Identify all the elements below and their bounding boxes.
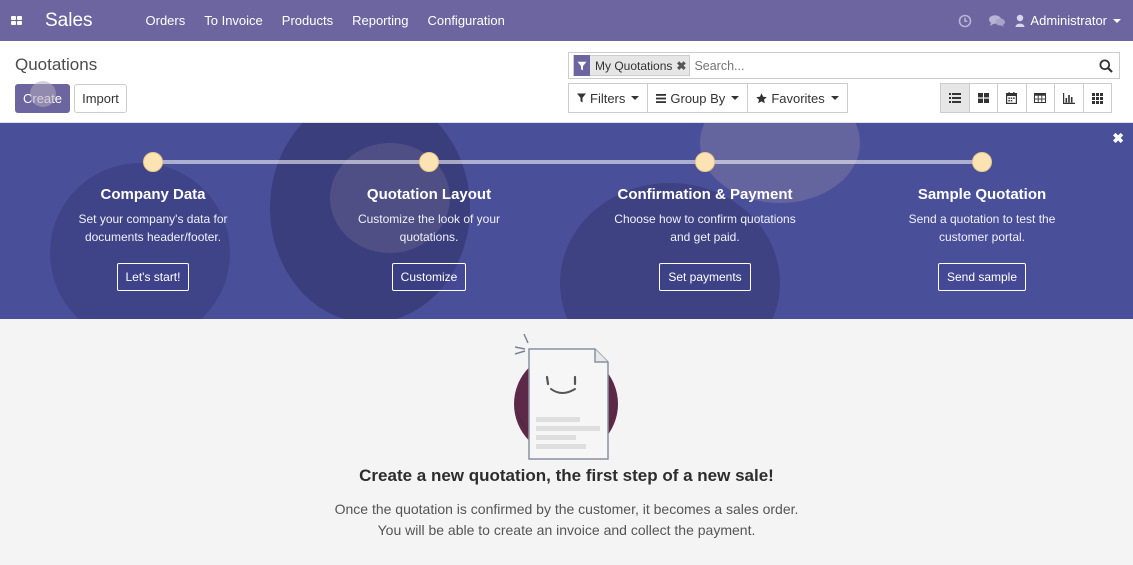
onboarding-step: Sample Quotation Send a quotation to tes… bbox=[862, 186, 1102, 291]
step-dot bbox=[419, 152, 439, 172]
step-title: Quotation Layout bbox=[366, 186, 492, 203]
step-dot bbox=[143, 152, 163, 172]
favorites-label: Favorites bbox=[771, 90, 825, 106]
step-description: quotations. bbox=[399, 230, 459, 244]
onboarding-step: Confirmation & Payment Choose how to con… bbox=[585, 186, 825, 291]
search-bar: My Quotations ✖ bbox=[568, 52, 1120, 79]
onboarding-step: Company Data Set your company's data for… bbox=[33, 186, 273, 291]
app-name[interactable]: Sales bbox=[45, 10, 127, 32]
user-name: Administrator bbox=[1030, 13, 1107, 28]
search-icon[interactable] bbox=[1093, 53, 1119, 78]
step-description: Customize the look of your bbox=[357, 212, 501, 226]
chevron-down-icon bbox=[830, 96, 839, 100]
view-switcher bbox=[940, 83, 1112, 113]
filters-label: Filters bbox=[590, 90, 626, 106]
close-icon[interactable]: ✖ bbox=[676, 59, 689, 73]
user-icon bbox=[1015, 14, 1025, 27]
empty-state-help: Create a new quotation, the first step o… bbox=[0, 319, 1133, 565]
onboarding-banner: ✖ Company Data Set your company's data f… bbox=[0, 123, 1133, 319]
close-icon[interactable]: ✖ bbox=[1112, 130, 1124, 147]
step-dot bbox=[972, 152, 992, 172]
calendar-view-icon[interactable] bbox=[997, 83, 1027, 113]
smiling-document-illustration bbox=[514, 333, 618, 460]
help-text: Once the quotation is confirmed by the c… bbox=[334, 501, 799, 517]
facet-label: My Quotations bbox=[595, 58, 673, 73]
control-panel: Quotations Create Import My Quotations ✖… bbox=[0, 41, 1133, 123]
graph-view-icon[interactable] bbox=[1054, 83, 1084, 113]
menu-item-products[interactable]: Products bbox=[272, 0, 342, 41]
bars-icon bbox=[656, 93, 667, 103]
menu-item-to-invoice[interactable]: To Invoice bbox=[195, 0, 273, 41]
clock-icon[interactable] bbox=[949, 0, 981, 41]
onboarding-step: Quotation Layout Customize the look of y… bbox=[309, 186, 549, 291]
progress-track bbox=[153, 160, 982, 164]
pivot-view-icon[interactable] bbox=[1025, 83, 1055, 113]
step-description: Set your company's data for bbox=[78, 212, 228, 226]
send-sample-button[interactable]: Send sample bbox=[937, 263, 1027, 291]
main-menu: Orders To Invoice Products Reporting Con… bbox=[136, 0, 514, 41]
menu-item-orders[interactable]: Orders bbox=[136, 0, 195, 41]
grid-view-icon[interactable] bbox=[1082, 83, 1112, 113]
step-description: documents header/footer. bbox=[84, 230, 222, 244]
search-options: Filters Group By Favorites bbox=[568, 83, 848, 113]
favorites-dropdown[interactable]: Favorites bbox=[747, 83, 848, 113]
step-description: and get paid. bbox=[670, 230, 740, 244]
kanban-view-icon[interactable] bbox=[968, 83, 998, 113]
lets-start-button[interactable]: Let's start! bbox=[116, 263, 190, 291]
set-payments-button[interactable]: Set payments bbox=[659, 263, 751, 291]
filter-icon bbox=[574, 55, 590, 76]
step-title: Company Data bbox=[100, 186, 206, 203]
search-facet: My Quotations ✖ bbox=[573, 55, 691, 76]
filter-icon bbox=[577, 93, 586, 103]
star-icon bbox=[756, 92, 768, 104]
menu-item-reporting[interactable]: Reporting bbox=[343, 0, 418, 41]
groupby-label: Group By bbox=[670, 90, 726, 106]
step-description: customer portal. bbox=[938, 230, 1026, 244]
filters-dropdown[interactable]: Filters bbox=[568, 83, 649, 113]
import-button[interactable]: Import bbox=[74, 84, 127, 113]
breadcrumb: Quotations bbox=[15, 55, 98, 74]
navbar-systray: Administrator bbox=[949, 0, 1133, 41]
step-title: Sample Quotation bbox=[917, 186, 1047, 203]
list-view-icon[interactable] bbox=[940, 83, 970, 113]
chevron-down-icon bbox=[631, 96, 640, 100]
chevron-down-icon bbox=[1113, 18, 1121, 23]
chevron-down-icon bbox=[731, 96, 740, 100]
customize-button[interactable]: Customize bbox=[391, 263, 467, 291]
step-description: Send a quotation to test the bbox=[908, 212, 1056, 226]
chat-icon[interactable] bbox=[981, 0, 1013, 41]
apps-grid-icon[interactable] bbox=[1, 0, 31, 41]
step-dot bbox=[695, 152, 715, 172]
help-text: You will be able to create an invoice an… bbox=[377, 522, 756, 538]
user-menu[interactable]: Administrator bbox=[1015, 13, 1121, 28]
menu-item-configuration[interactable]: Configuration bbox=[418, 0, 514, 41]
top-navbar: Sales Orders To Invoice Products Reporti… bbox=[0, 0, 1133, 41]
groupby-dropdown[interactable]: Group By bbox=[647, 83, 749, 113]
search-input[interactable] bbox=[694, 58, 1093, 73]
step-title: Confirmation & Payment bbox=[617, 186, 793, 203]
help-title: Create a new quotation, the first step o… bbox=[359, 466, 774, 485]
click-ripple bbox=[30, 81, 56, 107]
step-description: Choose how to confirm quotations bbox=[614, 212, 796, 226]
